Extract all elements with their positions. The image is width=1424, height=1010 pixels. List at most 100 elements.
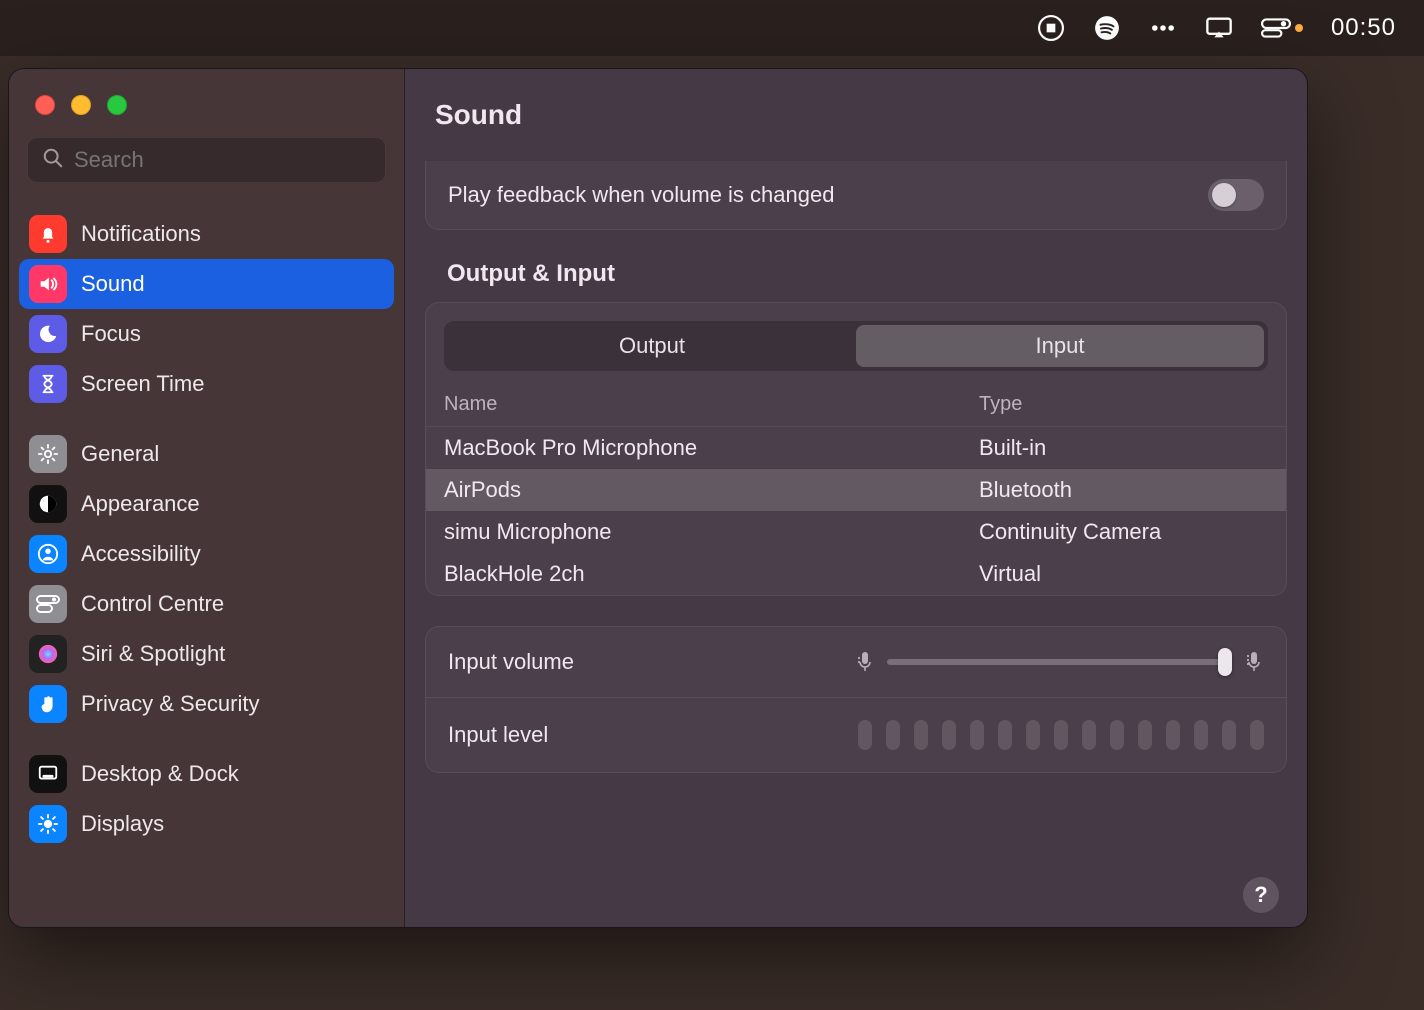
level-bar (858, 720, 872, 750)
hand-icon (29, 685, 67, 723)
level-bar (1054, 720, 1068, 750)
sidebar-item-label: Notifications (81, 221, 201, 247)
speaker-icon (29, 265, 67, 303)
input-volume-thumb[interactable] (1218, 648, 1232, 676)
system-settings-window: Notifications Sound Focus Screen Time Genera… (8, 68, 1308, 928)
sidebar-item-control-centre[interactable]: Control Centre (19, 579, 394, 629)
sun-icon (29, 805, 67, 843)
mic-high-icon (1244, 650, 1264, 674)
menubar-airplay-icon[interactable] (1205, 14, 1233, 42)
device-row[interactable]: simu MicrophoneContinuity Camera (426, 511, 1286, 553)
output-input-panel: Output Input Name Type MacBook Pro Micro… (425, 302, 1287, 596)
mic-low-icon (855, 650, 875, 674)
level-bar (1194, 720, 1208, 750)
sidebar-item-label: Desktop & Dock (81, 761, 239, 787)
level-bar (1166, 720, 1180, 750)
sidebar-item-label: Accessibility (81, 541, 201, 567)
device-row[interactable]: MacBook Pro MicrophoneBuilt-in (426, 427, 1286, 469)
level-bar (914, 720, 928, 750)
output-input-heading: Output & Input (447, 260, 1287, 288)
col-header-name: Name (444, 393, 979, 416)
level-bar (886, 720, 900, 750)
level-bar (1082, 720, 1096, 750)
device-table: Name Type MacBook Pro MicrophoneBuilt-in… (426, 383, 1286, 595)
input-level-meter (858, 720, 1264, 750)
hourglass-icon (29, 365, 67, 403)
bell-icon (29, 215, 67, 253)
input-controls-panel: Input volume Input (425, 626, 1287, 773)
level-bar (1026, 720, 1040, 750)
sidebar-item-siri-spotlight[interactable]: Siri & Spotlight (19, 629, 394, 679)
sidebar-item-label: Control Centre (81, 591, 224, 617)
sidebar-item-label: Screen Time (81, 371, 205, 397)
menubar-clock[interactable]: 00:50 (1331, 14, 1396, 42)
sidebar-item-screen-time[interactable]: Screen Time (19, 359, 394, 409)
device-type: Built-in (979, 435, 1268, 461)
fullscreen-button[interactable] (107, 95, 127, 115)
sidebar-item-focus[interactable]: Focus (19, 309, 394, 359)
level-bar (1138, 720, 1152, 750)
input-volume-label: Input volume (448, 649, 574, 675)
control-icon (29, 585, 67, 623)
feedback-panel: Play feedback when volume is changed (425, 161, 1287, 230)
search-field[interactable] (74, 147, 371, 173)
sidebar-item-label: Privacy & Security (81, 691, 260, 717)
input-volume-slider[interactable] (887, 659, 1232, 665)
sidebar-item-sound[interactable]: Sound (19, 259, 394, 309)
input-level-label: Input level (448, 722, 548, 748)
menubar-spotify-icon[interactable] (1093, 14, 1121, 42)
tab-output[interactable]: Output (448, 325, 856, 367)
menubar-status-dot-icon (1295, 24, 1303, 32)
sidebar-item-general[interactable]: General (19, 429, 394, 479)
minimize-button[interactable] (71, 95, 91, 115)
sidebar-item-desktop-dock[interactable]: Desktop & Dock (19, 749, 394, 799)
sidebar-item-label: General (81, 441, 159, 467)
device-name: AirPods (444, 477, 979, 503)
moon-icon (29, 315, 67, 353)
sidebar-item-displays[interactable]: Displays (19, 799, 394, 849)
sidebar-item-appearance[interactable]: Appearance (19, 479, 394, 529)
sidebar-item-label: Displays (81, 811, 164, 837)
device-type: Continuity Camera (979, 519, 1268, 545)
device-name: BlackHole 2ch (444, 561, 979, 587)
sidebar: Notifications Sound Focus Screen Time Genera… (9, 69, 405, 927)
device-row[interactable]: AirPodsBluetooth (426, 469, 1286, 511)
sidebar-item-notifications[interactable]: Notifications (19, 209, 394, 259)
menubar-stop-icon[interactable] (1037, 14, 1065, 42)
sidebar-item-privacy-security[interactable]: Privacy & Security (19, 679, 394, 729)
search-input[interactable] (27, 137, 386, 183)
tab-input[interactable]: Input (856, 325, 1264, 367)
level-bar (1110, 720, 1124, 750)
output-input-tabs: Output Input (444, 321, 1268, 371)
play-feedback-toggle[interactable] (1208, 179, 1264, 211)
person-icon (29, 535, 67, 573)
device-type: Bluetooth (979, 477, 1268, 503)
device-name: simu Microphone (444, 519, 979, 545)
close-button[interactable] (35, 95, 55, 115)
sidebar-item-label: Siri & Spotlight (81, 641, 225, 667)
content-pane: Sound Play feedback when volume is chang… (405, 69, 1307, 927)
sidebar-item-label: Appearance (81, 491, 200, 517)
window-controls (9, 69, 404, 137)
level-bar (970, 720, 984, 750)
menubar-overflow-icon[interactable] (1149, 14, 1177, 42)
level-bar (998, 720, 1012, 750)
page-title: Sound (405, 69, 1307, 161)
menubar-control-centre-icon[interactable] (1261, 14, 1303, 42)
search-icon (42, 147, 64, 174)
level-bar (1222, 720, 1236, 750)
col-header-type: Type (979, 393, 1268, 416)
device-name: MacBook Pro Microphone (444, 435, 979, 461)
sidebar-item-accessibility[interactable]: Accessibility (19, 529, 394, 579)
siri-icon (29, 635, 67, 673)
menubar: 00:50 (0, 0, 1424, 56)
device-row[interactable]: BlackHole 2chVirtual (426, 553, 1286, 595)
help-button[interactable]: ? (1243, 877, 1279, 913)
level-bar (942, 720, 956, 750)
sidebar-item-label: Focus (81, 321, 141, 347)
device-type: Virtual (979, 561, 1268, 587)
play-feedback-label: Play feedback when volume is changed (448, 182, 834, 208)
level-bar (1250, 720, 1264, 750)
sidebar-item-label: Sound (81, 271, 145, 297)
contrast-icon (29, 485, 67, 523)
